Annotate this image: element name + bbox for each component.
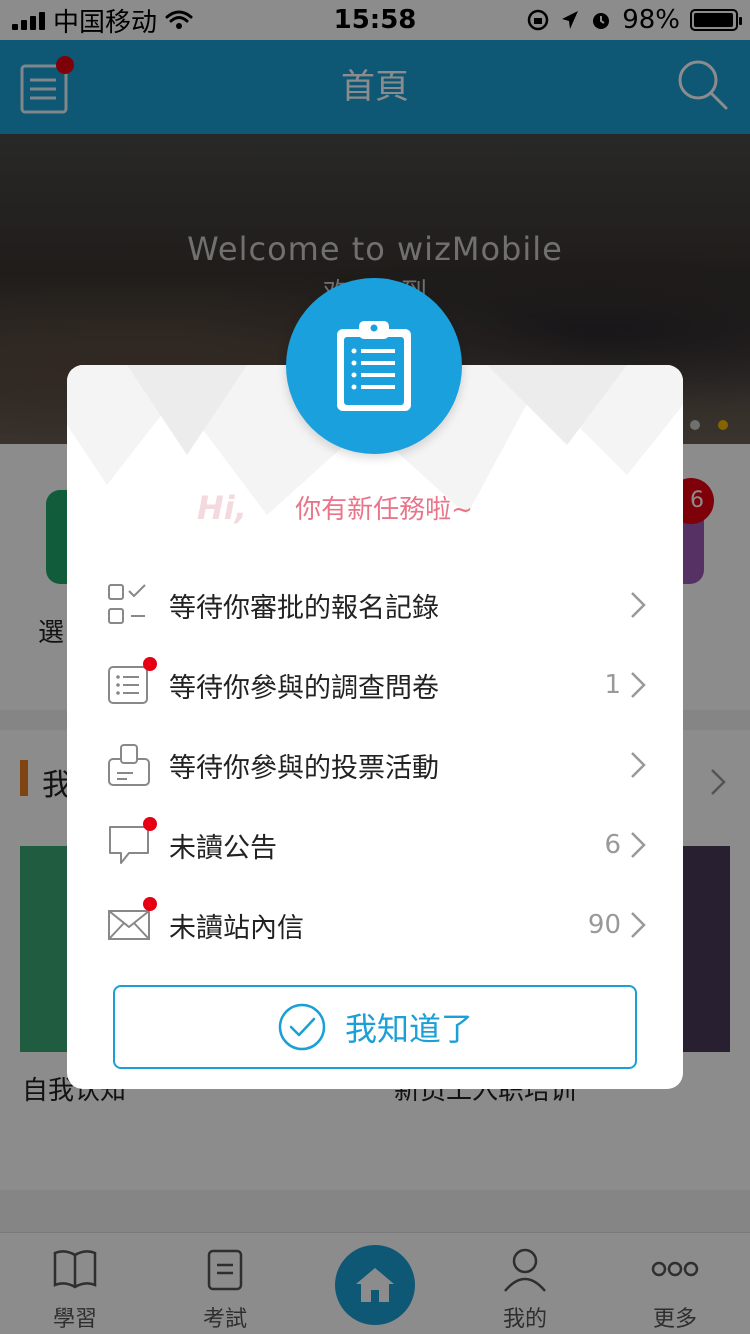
task-label: 未讀公告 <box>169 832 277 864</box>
task-dialog: Hi, 你有新任務啦~ 等待你審批的報名記錄 等待你參與的調查問卷 1 等待你參… <box>67 365 683 1089</box>
task-label: 等待你審批的報名記錄 <box>169 592 439 624</box>
task-row-mail[interactable]: 未讀站內信 90 <box>107 885 647 965</box>
announcement-icon <box>107 817 157 867</box>
chevron-right-icon <box>631 672 646 698</box>
task-count: 6 <box>604 830 621 860</box>
dialog-subtitle: 你有新任務啦~ <box>295 495 473 525</box>
task-label: 等待你參與的投票活動 <box>169 752 439 784</box>
survey-icon <box>107 657 157 707</box>
vote-icon <box>107 743 151 787</box>
unread-dot <box>143 817 157 831</box>
approval-icon <box>107 583 151 627</box>
clipboard-icon <box>337 321 411 411</box>
mail-icon <box>107 897 157 947</box>
task-row-approval[interactable]: 等待你審批的報名記錄 <box>107 565 647 645</box>
confirm-button[interactable]: 我知道了 <box>113 985 637 1069</box>
confirm-button-label: 我知道了 <box>344 1010 473 1048</box>
task-row-vote[interactable]: 等待你參與的投票活動 <box>107 725 647 805</box>
unread-dot <box>143 897 157 911</box>
chevron-right-icon <box>631 832 646 858</box>
task-count: 1 <box>604 670 621 700</box>
unread-dot <box>143 657 157 671</box>
task-row-survey[interactable]: 等待你參與的調查問卷 1 <box>107 645 647 725</box>
task-row-announcement[interactable]: 未讀公告 6 <box>107 805 647 885</box>
task-label: 未讀站內信 <box>169 912 304 944</box>
task-clipboard-badge <box>286 278 462 454</box>
task-label: 等待你參與的調查問卷 <box>169 672 439 704</box>
check-circle-icon <box>278 1003 326 1051</box>
chevron-right-icon <box>631 752 646 778</box>
chevron-right-icon <box>631 592 646 618</box>
task-count: 90 <box>587 910 621 940</box>
chevron-right-icon <box>631 912 646 938</box>
